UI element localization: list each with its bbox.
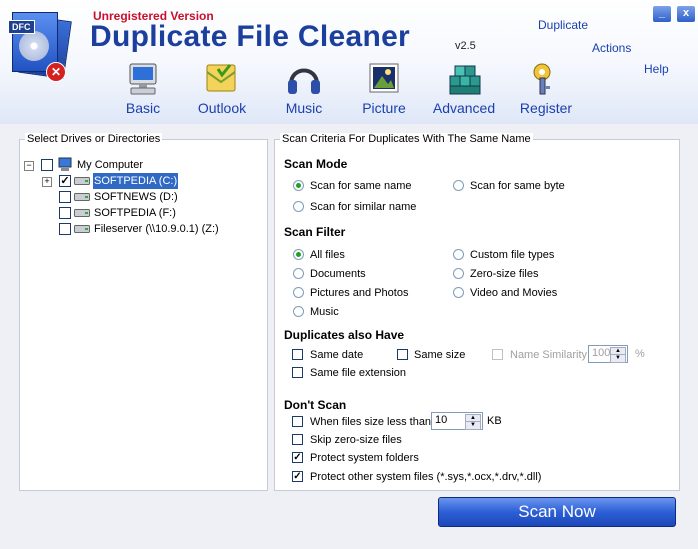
drive-c-checkbox[interactable]: ✓ xyxy=(59,175,71,187)
drives-panel: Select Drives or Directories − My Comput… xyxy=(19,133,268,491)
my-computer-icon xyxy=(58,157,72,171)
tree-root-label: My Computer xyxy=(77,159,144,171)
scan-same-name-label: Scan for same name xyxy=(310,180,412,192)
drive-icon xyxy=(74,193,90,201)
envelope-icon xyxy=(206,64,236,92)
picture-icon xyxy=(369,63,399,93)
expand-icon[interactable]: + xyxy=(42,177,52,187)
dfc-logo: DFC ✕ xyxy=(8,10,72,84)
checkbox-checked[interactable]: ✓ xyxy=(292,471,303,482)
logo-tag: DFC xyxy=(8,20,35,34)
spin-down-icon[interactable]: ▼ xyxy=(465,421,481,430)
root-checkbox[interactable] xyxy=(41,159,53,171)
nav-outlook-button[interactable]: Outlook xyxy=(184,62,254,120)
nav-picture-label: Picture xyxy=(362,100,406,116)
version-label: v2.5 xyxy=(455,40,476,52)
spin-down-icon[interactable]: ▼ xyxy=(610,354,626,363)
checkbox[interactable] xyxy=(492,349,503,360)
drive-d-label: SOFTNEWS (D:) xyxy=(94,191,178,203)
nav-music-label: Music xyxy=(285,100,323,116)
radio-button[interactable] xyxy=(453,180,464,191)
drive-d-checkbox[interactable] xyxy=(59,191,71,203)
nav-picture-button[interactable]: Picture xyxy=(346,62,416,120)
cubes-icon xyxy=(449,65,481,95)
same-date-label: Same date xyxy=(310,349,364,361)
checkbox[interactable] xyxy=(292,434,303,445)
radio-button[interactable] xyxy=(453,268,464,279)
filter-music-label: Music xyxy=(310,306,339,318)
scan-same-byte-label: Scan for same byte xyxy=(470,180,565,192)
similarity-value: 100 xyxy=(592,347,611,359)
key-icon xyxy=(533,63,551,95)
min-size-value: 10 xyxy=(435,414,448,426)
duplicate-menu-link[interactable]: Duplicate xyxy=(538,18,588,32)
radio-button[interactable] xyxy=(293,268,304,279)
help-menu-link[interactable]: Help xyxy=(644,62,669,76)
minimize-button[interactable]: _ xyxy=(652,5,672,23)
nav-register-label: Register xyxy=(519,100,573,116)
nav-music-button[interactable]: Music xyxy=(266,62,336,120)
same-size-label: Same size xyxy=(414,349,466,361)
filter-video-label: Video and Movies xyxy=(470,287,558,299)
duplicates-title: Duplicates also Have xyxy=(284,328,405,342)
name-similarity-label: Name Similarity xyxy=(510,349,588,361)
checkbox[interactable] xyxy=(292,367,303,378)
nav-basic-label: Basic xyxy=(125,100,161,116)
protect-folders-label: Protect system folders xyxy=(310,452,419,464)
skip-zero-label: Skip zero-size files xyxy=(310,434,402,446)
drive-icon xyxy=(74,209,90,217)
actions-menu-link[interactable]: Actions xyxy=(592,41,631,55)
size-unit-label: KB xyxy=(487,415,502,427)
radio-button[interactable] xyxy=(293,287,304,298)
drives-panel-title: Select Drives or Directories xyxy=(25,133,163,145)
radio-button[interactable] xyxy=(293,249,304,260)
scan-mode-title: Scan Mode xyxy=(284,157,348,171)
criteria-panel-title: Scan Criteria For Duplicates With The Sa… xyxy=(280,133,533,145)
checkbox-checked[interactable]: ✓ xyxy=(292,452,303,463)
checkbox[interactable] xyxy=(292,349,303,360)
nav-basic-button[interactable]: Basic xyxy=(105,62,175,120)
checkbox[interactable] xyxy=(292,416,303,427)
nav-outlook-label: Outlook xyxy=(197,100,247,116)
network-drive-icon xyxy=(74,225,90,233)
drive-f-checkbox[interactable] xyxy=(59,207,71,219)
nav-advanced-button[interactable]: Advanced xyxy=(426,62,496,120)
scan-now-button[interactable]: Scan Now xyxy=(438,497,676,527)
drive-icon xyxy=(74,177,90,185)
radio-button[interactable] xyxy=(453,287,464,298)
scan-filter-title: Scan Filter xyxy=(284,225,346,239)
min-size-stepper[interactable]: 10 ▲ ▼ xyxy=(431,412,483,430)
radio-button[interactable] xyxy=(453,249,464,260)
min-size-label: When files size less than xyxy=(310,416,432,428)
drive-z-label: Fileserver (\\10.9.0.1) (Z:) xyxy=(94,223,219,235)
filter-all-files-label: All files xyxy=(310,249,345,261)
nav-advanced-label: Advanced xyxy=(432,100,496,116)
scan-similar-name-label: Scan for similar name xyxy=(310,201,417,213)
filter-pictures-label: Pictures and Photos xyxy=(310,287,409,299)
computer-icon xyxy=(129,63,157,95)
collapse-icon[interactable]: − xyxy=(24,161,34,171)
similarity-stepper[interactable]: 100 ▲ ▼ xyxy=(588,345,628,363)
close-button[interactable]: x xyxy=(676,5,696,23)
radio-button[interactable] xyxy=(293,201,304,212)
criteria-panel: Scan Criteria For Duplicates With The Sa… xyxy=(274,133,680,491)
same-extension-label: Same file extension xyxy=(310,367,406,379)
protect-files-label: Protect other system files (*.sys,*.ocx,… xyxy=(310,471,542,483)
filter-documents-label: Documents xyxy=(310,268,366,280)
checkbox[interactable] xyxy=(397,349,408,360)
app-header: DFC ✕ Unregistered Version Duplicate Fil… xyxy=(0,0,698,124)
nav-register-button[interactable]: Register xyxy=(508,62,578,120)
filter-custom-types-label: Custom file types xyxy=(470,249,555,261)
percent-label: % xyxy=(635,348,645,360)
drive-c-label: SOFTPEDIA (C:) xyxy=(93,173,179,189)
radio-button[interactable] xyxy=(293,180,304,191)
drive-f-label: SOFTPEDIA (F:) xyxy=(94,207,176,219)
app-title: Duplicate File Cleaner xyxy=(90,20,411,53)
radio-button[interactable] xyxy=(293,306,304,317)
dont-scan-title: Don't Scan xyxy=(284,398,347,412)
drive-z-checkbox[interactable] xyxy=(59,223,71,235)
filter-zero-size-label: Zero-size files xyxy=(470,268,539,280)
headphones-icon xyxy=(288,68,320,94)
logo-x-icon: ✕ xyxy=(46,62,66,82)
